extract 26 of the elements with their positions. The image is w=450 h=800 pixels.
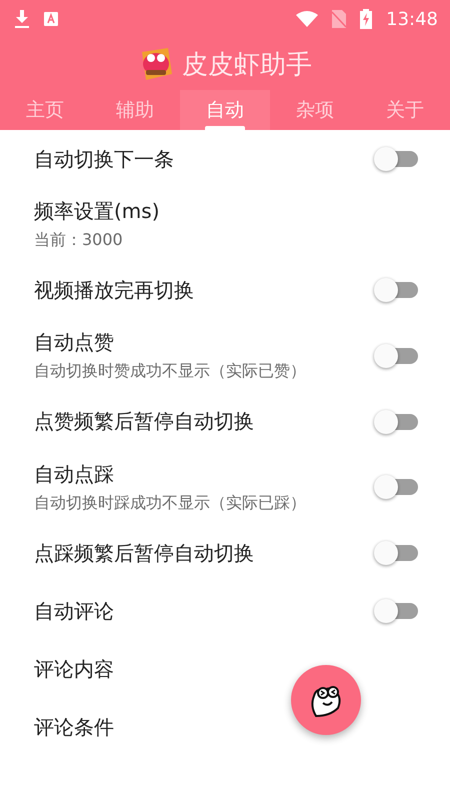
wifi-icon — [296, 11, 318, 27]
tab[interactable]: 主页 — [0, 90, 90, 130]
setting-title: 评论内容 — [34, 656, 115, 683]
tab[interactable]: 辅助 — [90, 90, 180, 130]
tab[interactable]: 自动 — [180, 90, 270, 130]
app-title: 皮皮虾助手 — [182, 48, 312, 82]
setting-title: 自动评论 — [34, 598, 115, 625]
setting-title: 频率设置(ms) — [34, 198, 161, 225]
setting-title: 自动切换下一条 — [34, 146, 175, 172]
setting-title: 点赞频繁后暂停自动切换 — [34, 408, 255, 436]
battery-icon — [360, 9, 372, 29]
status-time: 13:48 — [386, 8, 438, 30]
tab[interactable]: 杂项 — [270, 90, 360, 130]
download-icon — [14, 10, 30, 28]
setting-description: 自动切换时赞成功不显示（实际已赞） — [34, 360, 307, 382]
setting-description: 自动切换时踩成功不显示（实际已踩） — [34, 492, 307, 514]
setting-title: 视频播放完再切换 — [34, 276, 195, 304]
setting-title: 点踩频繁后暂停自动切换 — [34, 540, 255, 567]
tab[interactable]: 关于 — [360, 90, 450, 130]
setting-title: 评论条件 — [34, 714, 115, 741]
floating-action-button[interactable] — [291, 665, 361, 735]
setting-title: 自动点踩 — [34, 460, 115, 488]
setting-title: 自动点赞 — [34, 329, 115, 356]
keyboard-icon — [44, 12, 58, 26]
no-sim-icon — [332, 10, 346, 28]
setting-description: 当前：3000 — [34, 229, 124, 251]
